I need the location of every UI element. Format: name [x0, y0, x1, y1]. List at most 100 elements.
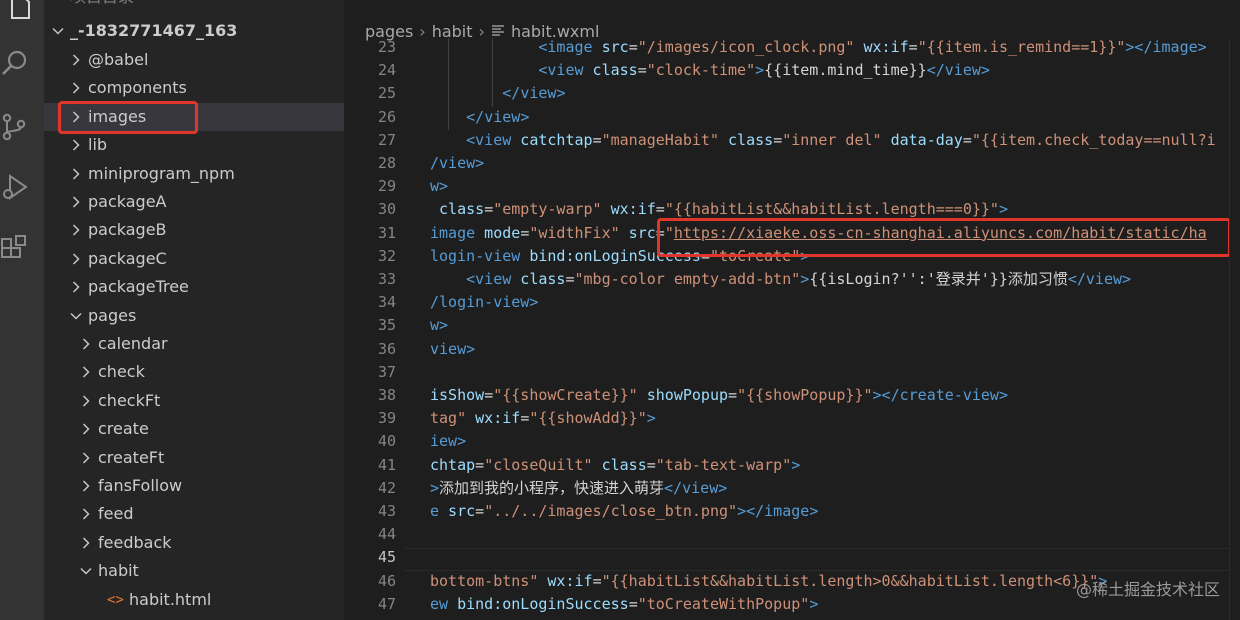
- code-token: class: [430, 200, 485, 219]
- extensions-icon[interactable]: [0, 234, 30, 264]
- tree-item-label: @babel: [88, 50, 149, 69]
- code-token: w>: [430, 316, 449, 335]
- tree-folder-row[interactable]: checkFt: [44, 387, 344, 415]
- run-debug-icon[interactable]: [0, 172, 30, 202]
- url-highlight-box: [657, 218, 1231, 257]
- code-token: view: [439, 154, 476, 172]
- code-token: {{isLogin?'':'登录并'}}添加习惯: [809, 270, 1068, 288]
- code-token: >: [475, 154, 485, 172]
- tree-folder-row[interactable]: calendar: [44, 330, 344, 358]
- code-token: image: [430, 223, 476, 242]
- code-token: >: [529, 293, 539, 312]
- line-number: 45: [377, 548, 396, 567]
- code-token: view: [484, 107, 521, 126]
- code-line[interactable]: <view class="mbg-color empty-add-btn">{{…: [430, 268, 1131, 291]
- code-line[interactable]: /view>: [430, 152, 484, 175]
- chevron-right-icon: [70, 273, 84, 301]
- tree-item-label: fansFollow: [98, 476, 183, 495]
- tree-folder-row[interactable]: packageB: [44, 216, 344, 244]
- line-number: 26: [377, 107, 396, 126]
- code-token: "{{habitList&&habitList.length===0}}": [664, 200, 999, 219]
- chevron-down-icon: [52, 17, 66, 45]
- code-line[interactable]: <view class="clock-time">{{item.mind_tim…: [430, 59, 990, 82]
- tree-item-label: packageA: [88, 192, 167, 211]
- code-line[interactable]: iew>: [430, 430, 466, 453]
- code-editor[interactable]: pages › habit › habit.wxml 23 24 25 26 27 28 29 30 3…: [344, 0, 1240, 620]
- code-token: "{{item.is_remind==1}}": [917, 38, 1126, 56]
- code-line[interactable]: isShow="{{showCreate}}" showPopup="{{sho…: [430, 384, 1008, 407]
- line-number: 34: [377, 293, 396, 312]
- code-line[interactable]: bottom-btns" wx:if="{{habitList&&habitLi…: [430, 570, 1107, 593]
- tree-folder-row[interactable]: create: [44, 415, 344, 443]
- code-line[interactable]: chtap="closeQuilt" class="tab-text-warp"…: [430, 454, 800, 477]
- code-token: "widthFix": [529, 223, 620, 242]
- code-token: src: [439, 502, 476, 520]
- tree-folder-row[interactable]: lib: [44, 131, 344, 159]
- code-token: wx:if: [466, 409, 521, 428]
- tree-folder-row[interactable]: createFt: [44, 444, 344, 472]
- code-area[interactable]: <image src="/images/icon_clock.png" wx:i…: [430, 38, 1240, 620]
- code-token: data-day: [881, 130, 963, 149]
- chevron-right-icon: [80, 330, 94, 358]
- line-number: 47: [377, 594, 396, 613]
- tree-folder-row[interactable]: fansFollow: [44, 472, 344, 500]
- code-token: view: [682, 478, 719, 497]
- code-line[interactable]: >添加到我的小程序，快速进入萌芽</view>: [430, 477, 727, 500]
- tree-folder-row[interactable]: packageC: [44, 245, 344, 273]
- code-line[interactable]: tag" wx:if="{{showAdd}}">: [430, 407, 656, 430]
- tree-folder-row[interactable]: miniprogram_npm: [44, 160, 344, 188]
- code-token: </: [926, 61, 945, 80]
- tree-file-row[interactable]: <> habit.html: [44, 586, 344, 614]
- code-token: wx:if: [854, 38, 909, 56]
- code-token: src: [619, 223, 656, 242]
- code-token: /: [430, 154, 440, 172]
- code-token: isShow: [430, 386, 485, 404]
- code-line[interactable]: /login-view>: [430, 291, 538, 314]
- file-code-icon: <>: [107, 591, 124, 608]
- code-line[interactable]: e src="../../images/close_btn.png"></ima…: [430, 500, 818, 523]
- code-line[interactable]: view>: [430, 338, 475, 361]
- code-token: =: [646, 455, 656, 474]
- code-line[interactable]: w>: [430, 175, 448, 198]
- tree-folder-row[interactable]: @babel: [44, 46, 344, 74]
- tree-folder-row[interactable]: check: [44, 358, 344, 386]
- lines-file-icon: [491, 19, 505, 36]
- explorer-icon[interactable]: [6, 0, 36, 22]
- code-token: class: [583, 61, 638, 80]
- code-line[interactable]: <image src="/images/icon_clock.png" wx:i…: [430, 38, 1206, 59]
- code-line[interactable]: w>: [430, 314, 448, 337]
- code-line[interactable]: </view>: [430, 106, 529, 129]
- tree-folder-row[interactable]: feed: [44, 500, 344, 528]
- code-token: chtap: [430, 455, 476, 474]
- chevron-right-icon: [80, 529, 94, 557]
- code-token: =: [520, 409, 530, 428]
- tree-folder-row[interactable]: components: [44, 74, 344, 102]
- code-token: class: [511, 270, 566, 288]
- code-token: bottom-btns": [430, 571, 539, 590]
- line-number: 39: [377, 409, 396, 428]
- line-number: 30: [377, 200, 396, 219]
- code-line[interactable]: ew bind:onLoginSuccess="toCreateWithPopu…: [430, 593, 818, 616]
- explorer-header-cut: 项目目录: [44, 0, 344, 8]
- search-icon[interactable]: [0, 48, 30, 78]
- tree-folder-row[interactable]: habit: [44, 557, 344, 585]
- source-control-icon[interactable]: [0, 112, 30, 142]
- code-line[interactable]: <view catchtap="manageHabit" class="inne…: [430, 129, 1216, 152]
- tree-folder-row[interactable]: packageTree: [44, 273, 344, 301]
- project-root-row[interactable]: _-1832771467_163: [44, 17, 344, 45]
- line-number: 43: [377, 502, 396, 520]
- scrollbar[interactable]: [1229, 38, 1240, 620]
- tree-folder-row[interactable]: packageA: [44, 188, 344, 216]
- code-token: bind:onLoginSuccess: [448, 594, 629, 613]
- code-token: e: [430, 502, 440, 520]
- tree-folder-row[interactable]: pages: [44, 302, 344, 330]
- code-token: class: [719, 130, 774, 149]
- tree-folder-row[interactable]: feedback: [44, 529, 344, 557]
- chevron-right-icon: [80, 358, 94, 386]
- code-token: ></: [1125, 38, 1153, 56]
- code-token: ew: [430, 594, 449, 613]
- code-token: catchtap: [511, 130, 593, 149]
- code-token: =: [637, 61, 647, 80]
- code-line[interactable]: </view>: [430, 82, 565, 105]
- code-token: =: [565, 270, 575, 288]
